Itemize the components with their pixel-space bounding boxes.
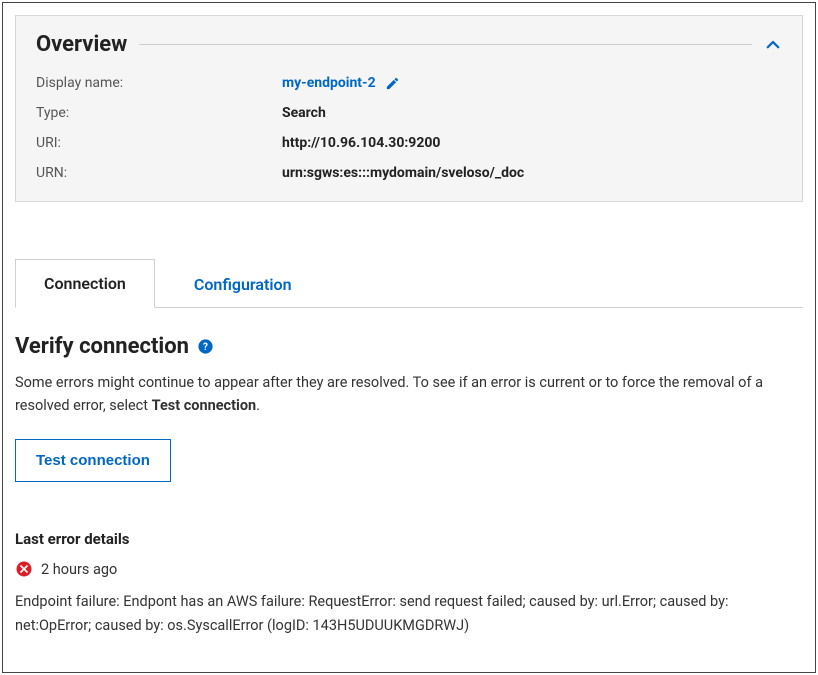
- svg-text:?: ?: [203, 342, 208, 353]
- chevron-up-icon[interactable]: [764, 36, 782, 54]
- display-name-label: Display name:: [36, 75, 282, 91]
- row-uri: URI: http://10.96.104.30:9200: [36, 135, 782, 151]
- tabs: Connection Configuration: [15, 258, 803, 308]
- last-error-heading: Last error details: [15, 530, 803, 548]
- verify-desc-bold: Test connection: [152, 397, 257, 414]
- urn-value: urn:sgws:es:::mydomain/sveloso/_doc: [282, 165, 524, 181]
- help-icon[interactable]: ?: [197, 338, 214, 355]
- verify-description: Some errors might continue to appear aft…: [15, 371, 803, 417]
- verify-desc-post: .: [256, 397, 260, 414]
- type-label: Type:: [36, 105, 282, 121]
- last-error-time: 2 hours ago: [41, 561, 117, 578]
- verify-title: Verify connection: [15, 334, 189, 359]
- last-error-message: Endpoint failure: Endpont has an AWS fai…: [15, 590, 803, 636]
- test-connection-button[interactable]: Test connection: [15, 439, 171, 482]
- overview-divider: [139, 44, 752, 45]
- tab-connection[interactable]: Connection: [15, 259, 155, 308]
- urn-label: URN:: [36, 165, 282, 181]
- row-type: Type: Search: [36, 105, 782, 121]
- row-display-name: Display name: my-endpoint-2: [36, 75, 782, 91]
- pencil-icon[interactable]: [385, 76, 400, 91]
- uri-value: http://10.96.104.30:9200: [282, 135, 440, 151]
- row-urn: URN: urn:sgws:es:::mydomain/sveloso/_doc: [36, 165, 782, 181]
- display-name-value[interactable]: my-endpoint-2: [282, 75, 376, 91]
- last-error-row: 2 hours ago: [15, 560, 803, 578]
- verify-header: Verify connection ?: [15, 334, 803, 359]
- verify-desc-pre: Some errors might continue to appear aft…: [15, 374, 763, 414]
- type-value: Search: [282, 105, 326, 121]
- overview-header: Overview: [36, 32, 782, 57]
- tab-configuration[interactable]: Configuration: [165, 260, 321, 308]
- overview-title: Overview: [36, 32, 127, 57]
- overview-panel: Overview Display name: my-endpoint-2 Typ…: [15, 15, 803, 202]
- uri-label: URI:: [36, 135, 282, 151]
- overview-fields: Display name: my-endpoint-2 Type: Search…: [36, 75, 782, 181]
- tab-content: Verify connection ? Some errors might co…: [3, 308, 815, 649]
- error-icon: [15, 560, 33, 578]
